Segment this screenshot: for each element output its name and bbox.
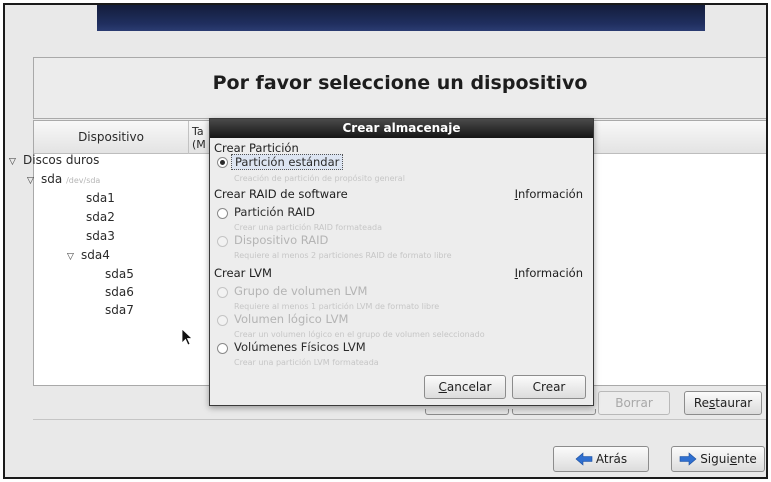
lvm-logical-volume-label[interactable]: Volumen lógico LVM (234, 312, 348, 326)
tree-item-sda6[interactable]: sda6 (105, 285, 134, 299)
back-button[interactable]: Atrás (553, 446, 649, 472)
device-path: /dev/sda (66, 176, 101, 185)
cancel-button[interactable]: Cancelar (424, 375, 506, 399)
tree-item-sda2[interactable]: sda2 (86, 210, 115, 224)
raid-device-description: Requiere al menos 2 particiones RAID de … (234, 251, 452, 260)
reset-button[interactable]: Restaurar (684, 391, 762, 415)
section-create-raid: Crear RAID de software (214, 187, 348, 201)
delete-button[interactable]: Borrar (598, 391, 670, 415)
radio-lvm-physical-volume[interactable] (217, 343, 228, 354)
lvm-volume-group-description: Requiere al menos 1 partición LVM de for… (234, 302, 440, 311)
lvm-logical-volume-description: Crear un volumen lógico en el grupo de v… (234, 330, 485, 339)
dialog-title: Crear almacenaje (210, 119, 593, 138)
radio-raid-device[interactable] (217, 236, 228, 247)
lvm-info-link[interactable]: Información (515, 266, 583, 280)
lvm-physical-volume-description: Crear una partición LVM formateada (234, 358, 379, 367)
radio-lvm-volume-group[interactable] (217, 287, 228, 298)
standard-partition-option[interactable]: Partición estándar (231, 154, 344, 170)
tree-label: sda4 (81, 248, 110, 262)
expander-down-icon[interactable]: ▽ (27, 176, 41, 186)
tree-label: Discos duros (23, 153, 100, 167)
separator (33, 419, 766, 420)
tree-label: sda (41, 172, 63, 186)
lvm-volume-group-label[interactable]: Grupo de volumen LVM (234, 284, 367, 298)
raid-partition-description: Crear una partición RAID formateada (234, 223, 382, 232)
next-button[interactable]: Siguiente (671, 446, 765, 472)
lvm-physical-volume-label[interactable]: Volúmenes Físicos LVM (234, 340, 366, 354)
arrow-left-icon (575, 452, 593, 466)
radio-standard-partition[interactable] (217, 157, 228, 168)
installer-window: Por favor seleccione un dispositivo Disp… (3, 3, 768, 479)
header-banner (97, 5, 705, 31)
section-create-partition: Crear Partición (214, 141, 299, 155)
arrow-right-icon (679, 452, 697, 466)
title-box: Por favor seleccione un dispositivo (33, 57, 766, 119)
tree-item-sda5[interactable]: sda5 (105, 267, 134, 281)
radio-raid-partition[interactable] (217, 208, 228, 219)
radio-lvm-logical-volume[interactable] (217, 315, 228, 326)
tree-item-sda4[interactable]: ▽ sda4 (67, 248, 110, 262)
edit-button-stub[interactable] (512, 409, 596, 415)
create-button-stub[interactable] (425, 409, 509, 415)
raid-device-label[interactable]: Dispositivo RAID (234, 233, 328, 247)
tree-item-sda1[interactable]: sda1 (86, 191, 115, 205)
raid-partition-label[interactable]: Partición RAID (234, 205, 315, 219)
page-title: Por favor seleccione un dispositivo (212, 72, 588, 94)
column-header-size[interactable]: Ta (M (192, 125, 206, 151)
expander-down-icon[interactable]: ▽ (9, 157, 23, 167)
create-storage-dialog: Crear almacenaje Crear Partición Partici… (209, 118, 594, 406)
column-header-device[interactable]: Dispositivo (34, 121, 189, 154)
standard-partition-description: Creación de partición de propósito gener… (234, 174, 405, 183)
tree-item-discos-duros[interactable]: ▽ Discos duros (9, 153, 99, 167)
create-button[interactable]: Crear (512, 375, 586, 399)
tree-item-sda3[interactable]: sda3 (86, 229, 115, 243)
raid-info-link[interactable]: Información (515, 187, 583, 201)
expander-down-icon[interactable]: ▽ (67, 252, 81, 262)
tree-item-sda7[interactable]: sda7 (105, 303, 134, 317)
mouse-pointer-icon (181, 328, 194, 346)
tree-item-sda[interactable]: ▽ sda /dev/sda (27, 172, 100, 186)
section-create-lvm: Crear LVM (214, 266, 272, 280)
